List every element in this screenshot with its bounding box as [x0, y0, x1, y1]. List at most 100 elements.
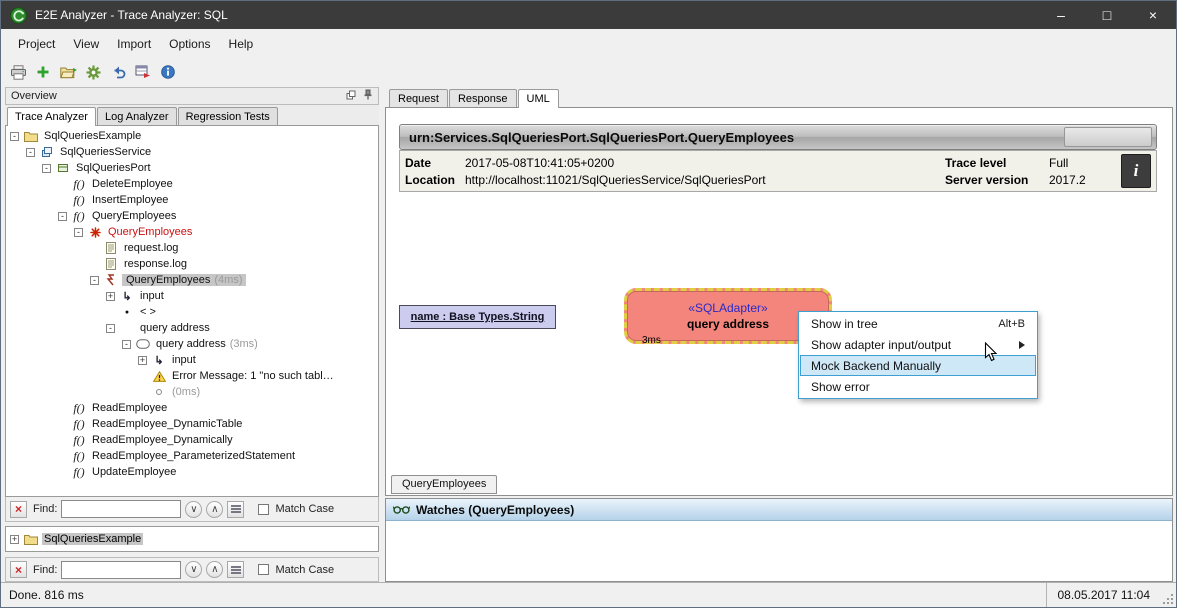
expand-toggle[interactable]: - [42, 164, 51, 173]
tree-selection: QueryEmployees(4ms) [122, 274, 246, 286]
adapter-name: query address [687, 317, 769, 331]
menu-item-show-error[interactable]: Show error [800, 376, 1036, 397]
tab-trace-analyzer[interactable]: Trace Analyzer [7, 107, 96, 126]
expand-toggle[interactable]: + [138, 356, 147, 365]
watches-panel: Watches (QueryEmployees) [385, 498, 1173, 582]
expand-toggle[interactable]: - [74, 228, 83, 237]
tree-item-duration: (0ms) [170, 386, 202, 398]
tree-item[interactable]: -QueryEmployees [6, 224, 378, 240]
tree-item[interactable]: -f()QueryEmployees [6, 208, 378, 224]
float-panel-icon[interactable] [346, 90, 356, 103]
resize-grip[interactable] [1160, 583, 1176, 607]
tab-request[interactable]: Request [389, 89, 448, 107]
find-options-icon[interactable] [227, 561, 244, 578]
tree-item[interactable]: ●< > [6, 304, 378, 320]
maximize-button[interactable]: □ [1084, 1, 1130, 29]
tree-item[interactable]: f()ReadEmployee_ParameterizedStatement [6, 448, 378, 464]
menu-item-show-adapter-input-output[interactable]: Show adapter input/output [800, 334, 1036, 355]
close-find-button[interactable]: × [10, 501, 27, 518]
match-case-checkbox[interactable] [258, 504, 269, 515]
toolbar-print-icon[interactable] [7, 61, 29, 83]
tree-item[interactable]: - query address(3ms) [6, 336, 378, 352]
find-previous-button[interactable]: ∧ [206, 561, 223, 578]
find-next-button[interactable]: ∨ [185, 501, 202, 518]
menu-import[interactable]: Import [108, 32, 160, 56]
find-previous-button[interactable]: ∧ [206, 501, 223, 518]
tree-item-label: query address [154, 338, 228, 350]
toolbar [1, 59, 1176, 85]
tree-item-label: UpdateEmployee [90, 466, 178, 478]
server-version-label: Server version [945, 173, 1049, 187]
tree-item[interactable]: -SqlQueriesPort [6, 160, 378, 176]
trace-info-bar: Date 2017-05-08T10:41:05+0200 Location h… [399, 150, 1157, 192]
expand-toggle[interactable]: - [122, 340, 131, 349]
watches-icon [393, 503, 410, 517]
tab-queryemployees[interactable]: QueryEmployees [391, 475, 497, 494]
menu-project[interactable]: Project [9, 32, 64, 56]
menu-view[interactable]: View [64, 32, 108, 56]
expand-toggle[interactable]: - [10, 132, 19, 141]
title-bar: E2E Analyzer - Trace Analyzer: SQL – □ × [1, 1, 1176, 29]
tree-item-label: ReadEmployee_Dynamically [90, 434, 235, 446]
submenu-arrow-icon [1019, 341, 1025, 349]
tree-item[interactable]: +↳input [6, 288, 378, 304]
toolbar-undo-icon[interactable] [107, 61, 129, 83]
find-options-icon[interactable] [227, 501, 244, 518]
tree-item[interactable]: request.log [6, 240, 378, 256]
toolbar-settings-icon[interactable] [82, 61, 104, 83]
tree-item[interactable]: response.log [6, 256, 378, 272]
find-input[interactable] [61, 561, 181, 579]
expand-toggle[interactable]: + [106, 292, 115, 301]
tree-item[interactable]: - query address [6, 320, 378, 336]
expand-toggle[interactable]: - [106, 324, 115, 333]
explorer-root-label[interactable]: SqlQueriesExample [42, 533, 143, 545]
tree-item[interactable]: f()DeleteEmployee [6, 176, 378, 192]
tree-item[interactable]: f()ReadEmployee_Dynamically [6, 432, 378, 448]
expand-toggle[interactable]: - [90, 276, 99, 285]
tab-regression-tests[interactable]: Regression Tests [178, 107, 278, 125]
tree-service-icon [39, 146, 55, 158]
tree-item[interactable]: Error Message: 1 "no such tabl… [6, 368, 378, 384]
tab-log-analyzer[interactable]: Log Analyzer [97, 107, 177, 125]
tree-item[interactable]: +↳input [6, 352, 378, 368]
tree-item[interactable]: f()InsertEmployee [6, 192, 378, 208]
menu-item-show-in-tree[interactable]: Show in treeAlt+B [800, 313, 1036, 334]
tree-item[interactable]: -SqlQueriesService [6, 144, 378, 160]
toolbar-new-icon[interactable] [32, 61, 54, 83]
expand-toggle[interactable]: - [58, 212, 67, 221]
tree-item-label: query address [138, 322, 212, 334]
match-case-checkbox[interactable] [258, 564, 269, 575]
menu-options[interactable]: Options [160, 32, 219, 56]
tree-item[interactable]: - QueryEmployees(4ms) [6, 272, 378, 288]
toolbar-export-trace-icon[interactable] [132, 61, 154, 83]
tree-log-icon [103, 242, 119, 254]
tab-uml[interactable]: UML [518, 89, 559, 108]
context-menu: Show in treeAlt+BShow adapter input/outp… [798, 311, 1038, 399]
pin-panel-icon[interactable] [363, 89, 373, 103]
menu-item-mock-backend-manually[interactable]: Mock Backend Manually [800, 355, 1036, 376]
expand-toggle[interactable]: + [10, 535, 19, 544]
tree-item[interactable]: (0ms) [6, 384, 378, 400]
adapter-duration: 3ms [642, 335, 661, 346]
tree-input-icon: ↳ [119, 290, 135, 303]
toolbar-open-icon[interactable] [57, 61, 79, 83]
tree-item[interactable]: -SqlQueriesExample [6, 128, 378, 144]
tree-activity-icon [135, 339, 151, 349]
find-input[interactable] [61, 500, 181, 518]
info-button[interactable]: i [1121, 154, 1151, 188]
tree-item-duration: (3ms) [228, 338, 260, 350]
tree-item[interactable]: f()UpdateEmployee [6, 464, 378, 480]
minimize-button[interactable]: – [1038, 1, 1084, 29]
close-find-button[interactable]: × [10, 561, 27, 578]
find-next-button[interactable]: ∨ [185, 561, 202, 578]
input-param-node[interactable]: name : Base Types.String [399, 305, 556, 329]
expand-toggle[interactable]: - [26, 148, 35, 157]
watches-content[interactable] [386, 521, 1172, 581]
tree-item[interactable]: f()ReadEmployee [6, 400, 378, 416]
toolbar-info-icon[interactable] [157, 61, 179, 83]
tree-item[interactable]: f()ReadEmployee_DynamicTable [6, 416, 378, 432]
server-version-value: 2017.2 [1049, 173, 1086, 187]
tab-response[interactable]: Response [449, 89, 517, 107]
close-button[interactable]: × [1130, 1, 1176, 29]
menu-help[interactable]: Help [220, 32, 263, 56]
